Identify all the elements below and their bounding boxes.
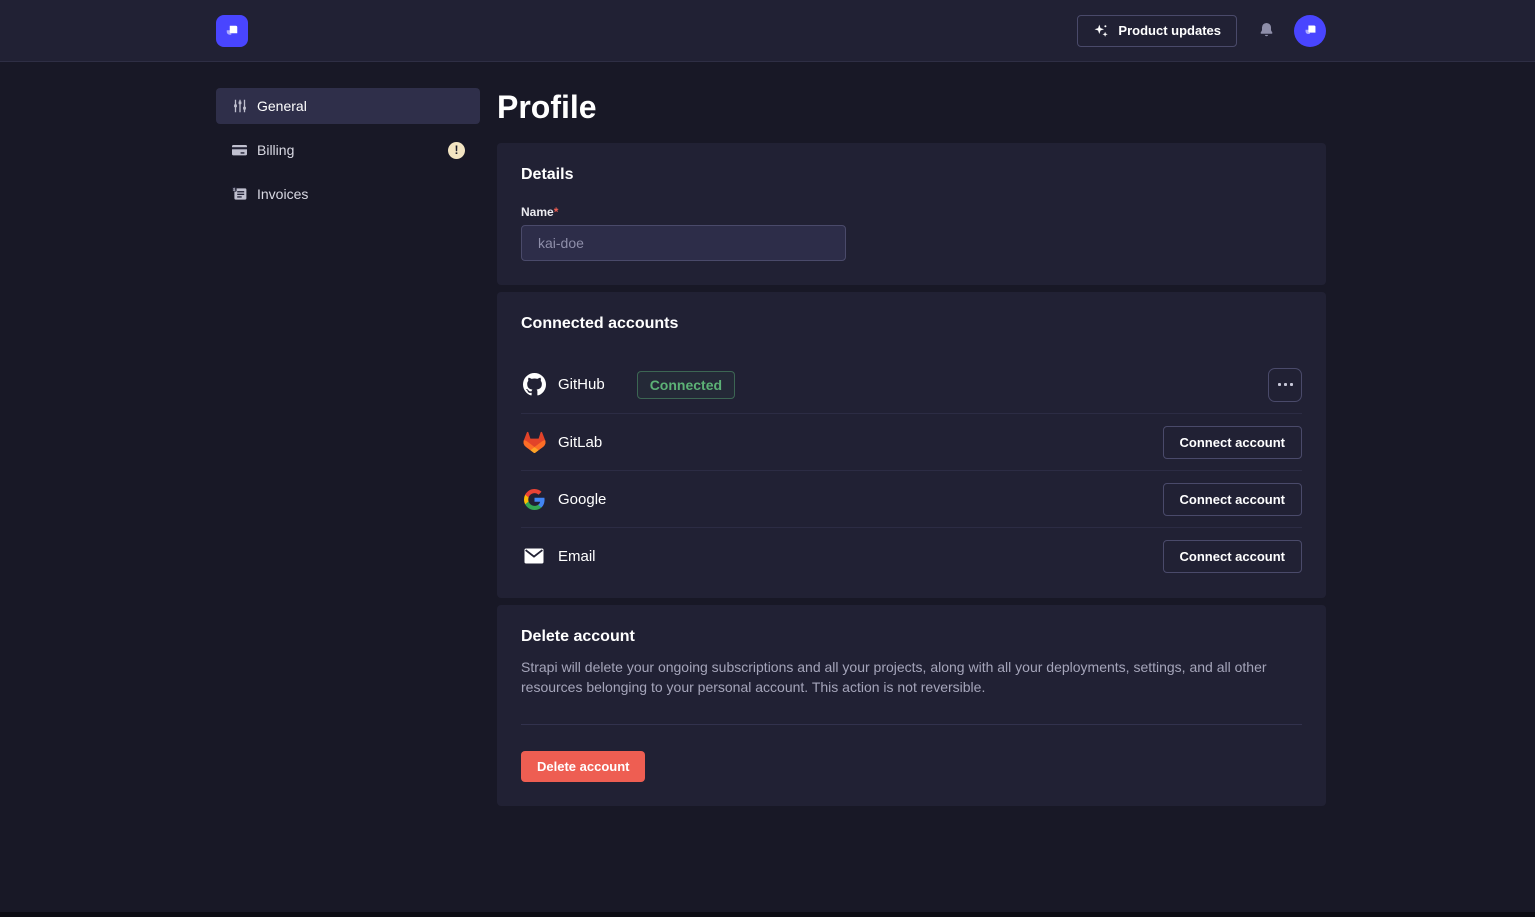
github-more-button[interactable] [1268,368,1302,402]
provider-name: Email [558,548,596,565]
provider-name: Google [558,491,606,508]
provider-name: GitLab [558,434,602,451]
name-input[interactable] [521,225,846,261]
sidebar-item-general[interactable]: General [216,88,480,124]
product-updates-label: Product updates [1118,23,1221,38]
gitlab-connect-button[interactable]: Connect account [1163,426,1302,459]
billing-warning-badge: ! [448,142,465,159]
sliders-icon [231,98,248,114]
user-avatar[interactable] [1294,15,1326,47]
page-title: Profile [497,88,1326,126]
account-row-gitlab: GitLab Connect account [521,413,1302,470]
connected-accounts-heading: Connected accounts [521,315,1302,333]
notifications-button[interactable] [1255,19,1278,42]
settings-sidebar: General Billing ! $ [216,88,480,813]
strapi-logo-icon [223,22,241,40]
window-bottom-edge [0,912,1535,917]
google-connect-button[interactable]: Connect account [1163,483,1302,516]
product-updates-button[interactable]: Product updates [1077,15,1237,47]
details-heading: Details [521,166,1302,184]
google-icon [521,489,547,510]
credit-card-icon [231,142,248,158]
sidebar-item-billing[interactable]: Billing ! [216,132,480,168]
connected-accounts-card: Connected accounts GitHub Connected [497,292,1326,598]
account-row-email: Email Connect account [521,527,1302,584]
github-icon [521,373,547,396]
content-area: General Billing ! $ [216,62,1326,813]
delete-account-description: Strapi will delete your ongoing subscrip… [521,657,1302,697]
sidebar-item-label: General [257,98,307,114]
strapi-avatar-icon [1302,22,1319,39]
envelope-icon [521,548,547,564]
topbar: Product updates [0,0,1535,62]
delete-account-card: Delete account Strapi will delete your o… [497,605,1326,806]
sidebar-item-label: Invoices [257,186,308,202]
svg-text:$: $ [233,187,236,192]
gitlab-icon [521,431,547,453]
sparkles-icon [1093,23,1109,39]
required-asterisk: * [554,205,559,219]
email-connect-button[interactable]: Connect account [1163,540,1302,573]
delete-account-button[interactable]: Delete account [521,751,645,782]
sidebar-item-invoices[interactable]: $ Invoices [216,176,480,212]
strapi-logo[interactable] [216,15,248,47]
provider-name: GitHub [558,376,605,393]
bell-icon [1257,21,1276,40]
delete-account-heading: Delete account [521,628,1302,646]
divider [521,724,1302,725]
account-row-google: Google Connect account [521,470,1302,527]
name-field-label: Name* [521,205,1302,219]
details-card: Details Name* [497,143,1326,285]
account-row-github: GitHub Connected [521,356,1302,413]
main-panel: Profile Details Name* Connected accounts… [497,88,1326,813]
sidebar-item-label: Billing [257,142,294,158]
connected-status-badge: Connected [637,371,735,399]
invoice-icon: $ [231,186,248,202]
